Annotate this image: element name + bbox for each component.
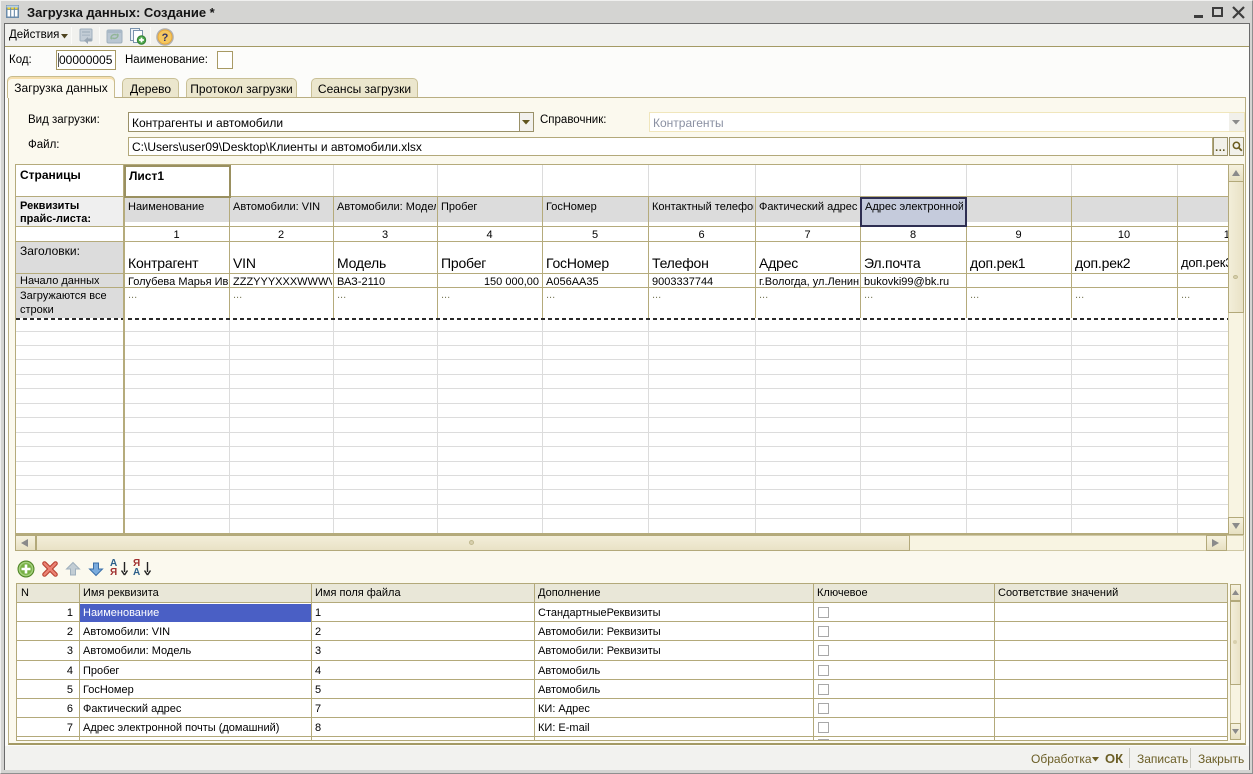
- svg-text:?: ?: [162, 32, 169, 44]
